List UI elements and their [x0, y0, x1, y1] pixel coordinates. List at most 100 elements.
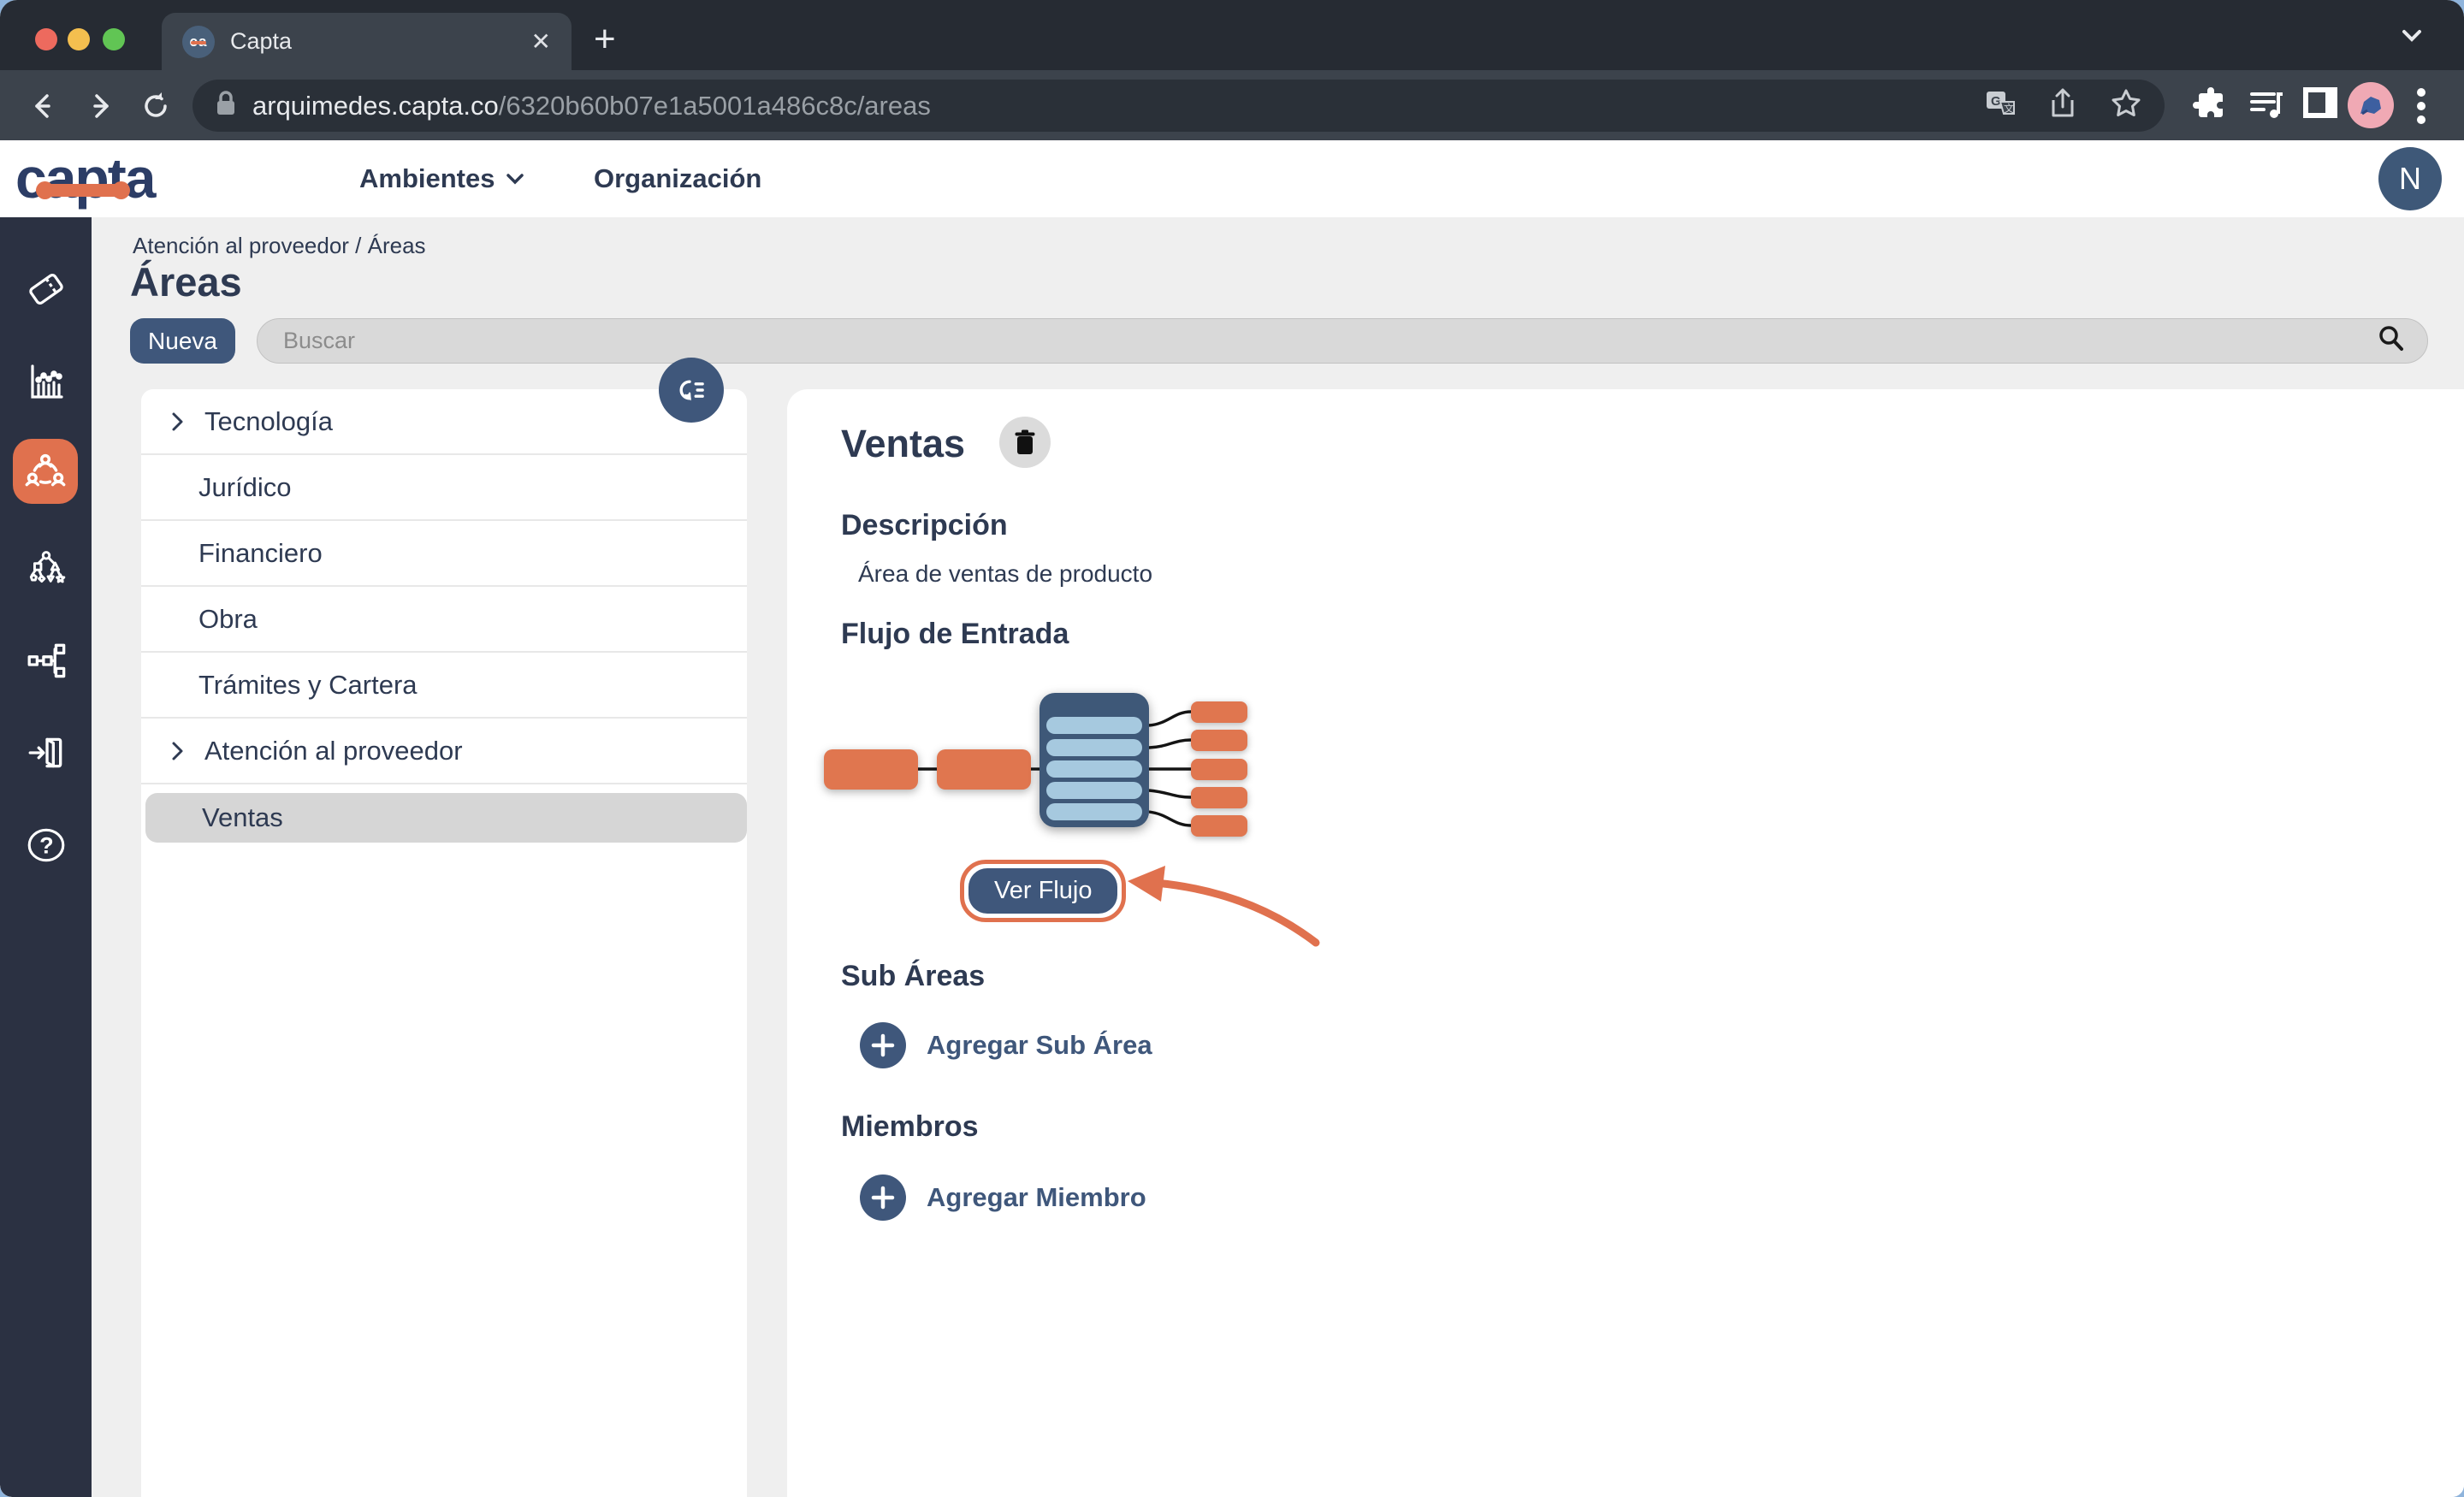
svg-text:?: ?	[39, 831, 54, 858]
sidebar-item-help[interactable]: ?	[0, 824, 92, 867]
svg-text:文: 文	[2004, 102, 2014, 115]
sidebar-item-logout[interactable]	[0, 731, 92, 774]
flow-node-orange-2	[937, 749, 1031, 790]
search-input[interactable]	[283, 328, 2376, 354]
area-row-tecnologia[interactable]: Tecnología	[141, 389, 747, 455]
minimize-window-button[interactable]	[68, 28, 90, 50]
flow-heading: Flujo de Entrada	[841, 618, 1069, 650]
areas-list-panel: Tecnología Jurídico Financiero Obra Trám…	[141, 389, 747, 1497]
area-row-ventas-selected[interactable]: Ventas	[141, 784, 747, 850]
breadcrumb[interactable]: Atención al proveedor / Áreas	[133, 233, 426, 259]
area-detail-panel: Ventas Descripción Área de ventas de pro…	[787, 389, 2464, 1497]
flow-hub-slot	[1046, 760, 1142, 778]
nav-ambientes[interactable]: Ambientes	[359, 140, 525, 217]
capta-logo[interactable]: capta	[15, 145, 156, 210]
address-bar[interactable]: arquimedes.capta.co/6320b60b07e1a5001a48…	[192, 80, 2165, 132]
area-row-financiero[interactable]: Financiero	[141, 521, 747, 587]
flow-hub-slot	[1046, 739, 1142, 756]
chevron-right-icon[interactable]	[167, 738, 189, 764]
flow-hub-slot	[1046, 803, 1142, 820]
lock-icon	[215, 90, 237, 121]
sidebar-item-decision-tree[interactable]	[0, 548, 92, 591]
plus-icon[interactable]	[860, 1175, 906, 1221]
flow-hub-node	[1040, 693, 1149, 827]
add-subarea-button[interactable]: Agregar Sub Área	[860, 1022, 1152, 1068]
url-text: arquimedes.capta.co/6320b60b07e1a5001a48…	[252, 90, 931, 121]
share-icon[interactable]	[2048, 87, 2077, 124]
app-header: capta Ambientes Organización N	[0, 140, 2464, 217]
close-window-button[interactable]	[35, 28, 57, 50]
description-text: Área de ventas de producto	[858, 560, 1153, 587]
description-heading: Descripción	[841, 509, 1008, 541]
add-member-label[interactable]: Agregar Miembro	[927, 1182, 1146, 1213]
flow-target-node	[1191, 759, 1247, 780]
area-row-obra[interactable]: Obra	[141, 587, 747, 653]
new-area-button[interactable]: Nueva	[130, 318, 235, 364]
user-avatar[interactable]: N	[2378, 147, 2442, 210]
browser-profile-avatar[interactable]	[2348, 82, 2394, 128]
tab-search-chevron-icon[interactable]	[2397, 26, 2426, 50]
view-flow-highlight-ring: Ver Flujo	[960, 860, 1127, 922]
capta-favicon-icon: ca	[182, 25, 215, 58]
new-tab-button[interactable]: +	[594, 21, 616, 58]
search-bar[interactable]	[257, 318, 2428, 364]
add-member-button[interactable]: Agregar Miembro	[860, 1175, 1146, 1221]
browser-tab-bar: ca Capta ✕ +	[0, 0, 2464, 70]
flow-hub-slot	[1046, 717, 1142, 734]
browser-menu-dots-icon[interactable]	[2416, 87, 2426, 129]
sidebar-item-analytics[interactable]	[0, 361, 92, 402]
area-row-juridico[interactable]: Jurídico	[141, 455, 747, 521]
browser-window: ca Capta ✕ + arquimedes.capta.co/6320b60…	[0, 0, 2464, 1497]
delete-area-button[interactable]	[999, 417, 1051, 468]
flow-target-node	[1191, 701, 1247, 723]
area-label: Financiero	[198, 537, 323, 568]
area-label: Ventas	[202, 802, 283, 832]
area-label: Tecnología	[204, 405, 333, 436]
area-row-tramites-y-cartera[interactable]: Trámites y Cartera	[141, 653, 747, 719]
extensions-puzzle-icon[interactable]	[2192, 86, 2230, 127]
flow-target-node	[1191, 815, 1247, 837]
area-label: Obra	[198, 603, 258, 634]
browser-tab[interactable]: ca Capta ✕	[162, 13, 572, 70]
detail-title: Ventas	[841, 422, 966, 465]
media-playlist-icon[interactable]	[2248, 86, 2288, 127]
flow-target-node	[1191, 787, 1247, 808]
reload-button[interactable]	[139, 89, 173, 127]
entry-flow-diagram	[821, 684, 1283, 864]
add-subarea-label[interactable]: Agregar Sub Área	[927, 1030, 1152, 1061]
tab-close-icon[interactable]: ✕	[531, 29, 551, 54]
view-flow-button[interactable]: Ver Flujo	[968, 868, 1118, 914]
bookmark-star-icon[interactable]	[2110, 87, 2142, 124]
back-button[interactable]	[26, 89, 60, 127]
browser-toolbar: arquimedes.capta.co/6320b60b07e1a5001a48…	[0, 70, 2464, 140]
sidebar-rail: ?	[0, 217, 92, 1497]
nav-organizacion[interactable]: Organización	[594, 140, 761, 217]
sidebar-item-areas-active[interactable]	[13, 439, 78, 504]
capta-logo-link-bar	[36, 181, 130, 199]
tab-title: Capta	[230, 28, 293, 54]
search-icon[interactable]	[2376, 323, 2407, 358]
area-label: Jurídico	[198, 471, 292, 502]
area-row-atencion-al-proveedor[interactable]: Atención al proveedor	[141, 719, 747, 784]
main-area: ? Atención al proveedor / Áreas Áreas Nu…	[0, 217, 2464, 1497]
subareas-heading: Sub Áreas	[841, 960, 986, 992]
sidebar-item-flows[interactable]	[0, 639, 92, 682]
chevron-down-icon	[505, 163, 525, 194]
translate-icon[interactable]: G文	[1985, 88, 2016, 123]
collapse-list-button[interactable]	[659, 358, 724, 423]
page-title: Áreas	[130, 259, 242, 305]
flow-target-node	[1191, 730, 1247, 751]
zoom-window-button[interactable]	[103, 28, 125, 50]
plus-icon[interactable]	[860, 1022, 906, 1068]
selected-area-pill[interactable]: Ventas	[145, 792, 747, 843]
annotation-arrow-icon	[1121, 855, 1335, 971]
flow-hub-slot	[1046, 782, 1142, 799]
sidebar-item-tickets[interactable]	[0, 269, 92, 310]
forward-button[interactable]	[84, 89, 118, 127]
members-heading: Miembros	[841, 1110, 979, 1143]
flow-node-orange-1	[824, 749, 918, 790]
side-panel-icon[interactable]	[2301, 86, 2339, 124]
area-label: Atención al proveedor	[204, 735, 463, 766]
area-label: Trámites y Cartera	[198, 669, 418, 700]
chevron-right-icon[interactable]	[167, 409, 189, 435]
